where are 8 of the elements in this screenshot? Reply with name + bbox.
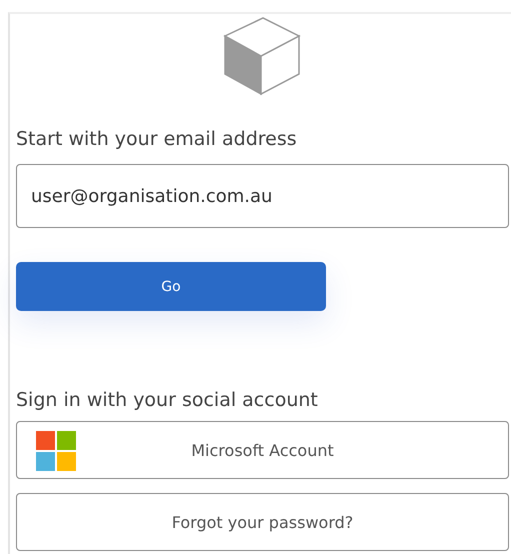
email-field[interactable]: user@organisation.com.au — [16, 164, 509, 228]
social-heading: Sign in with your social account — [16, 389, 319, 411]
email-heading: Start with your email address — [16, 128, 298, 150]
microsoft-account-button[interactable]: Microsoft Account — [16, 421, 509, 479]
forgot-password-button[interactable]: Forgot your password? — [16, 493, 509, 551]
four-squares-icon — [36, 431, 76, 471]
cube-icon — [222, 16, 300, 96]
go-button[interactable]: Go — [16, 262, 326, 311]
